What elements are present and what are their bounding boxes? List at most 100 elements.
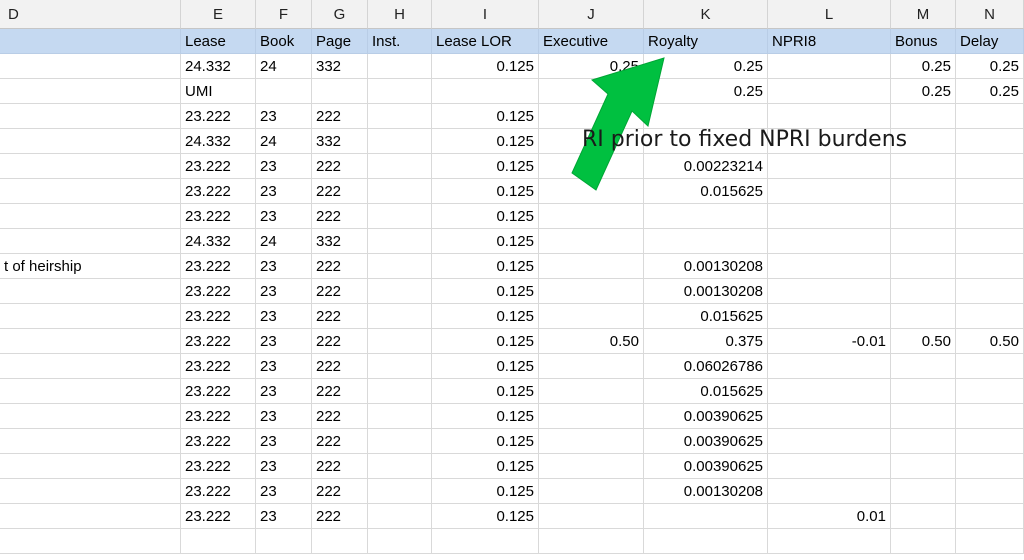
cell-k[interactable]: 0.00390625 — [644, 429, 768, 454]
cell-n[interactable] — [956, 154, 1024, 179]
cell-l[interactable] — [768, 179, 891, 204]
cell-e[interactable]: 23.222 — [181, 204, 256, 229]
cell-g[interactable]: 222 — [312, 429, 368, 454]
cell-n[interactable] — [956, 429, 1024, 454]
cell-d[interactable] — [0, 229, 181, 254]
cell-h[interactable] — [368, 79, 432, 104]
cell-l[interactable]: -0.01 — [768, 329, 891, 354]
cell-h[interactable] — [368, 129, 432, 154]
cell-g[interactable]: 222 — [312, 204, 368, 229]
column-header-f[interactable]: F — [256, 0, 312, 29]
cell-j[interactable] — [539, 479, 644, 504]
cell-n[interactable] — [956, 204, 1024, 229]
cell-h[interactable] — [368, 254, 432, 279]
cell-e[interactable]: 23.222 — [181, 254, 256, 279]
cell-i[interactable]: 0.125 — [432, 354, 539, 379]
cell-g[interactable]: Page — [312, 29, 368, 54]
cell-k[interactable]: 0.375 — [644, 329, 768, 354]
cell-n[interactable]: Delay — [956, 29, 1024, 54]
column-header-m[interactable]: M — [891, 0, 956, 29]
cell-n[interactable] — [956, 104, 1024, 129]
cell-k[interactable]: 0.06026786 — [644, 354, 768, 379]
cell-f[interactable]: 24 — [256, 129, 312, 154]
cell-i[interactable]: 0.125 — [432, 304, 539, 329]
cell-j[interactable] — [539, 229, 644, 254]
cell-k[interactable]: 0.00390625 — [644, 454, 768, 479]
cell-l[interactable]: NPRI8 — [768, 29, 891, 54]
column-header-k[interactable]: K — [644, 0, 768, 29]
cell-m[interactable] — [891, 229, 956, 254]
cell-k[interactable] — [644, 504, 768, 529]
cell-f[interactable]: 24 — [256, 229, 312, 254]
cell-d[interactable] — [0, 504, 181, 529]
cell-g[interactable]: 332 — [312, 229, 368, 254]
cell-f[interactable]: 23 — [256, 279, 312, 304]
cell-i[interactable]: 0.125 — [432, 479, 539, 504]
cell-l[interactable] — [768, 479, 891, 504]
cell-e[interactable]: 23.222 — [181, 379, 256, 404]
column-header-n[interactable]: N — [956, 0, 1024, 29]
cell-n[interactable] — [956, 404, 1024, 429]
cell-k[interactable]: Royalty — [644, 29, 768, 54]
cell-j[interactable] — [539, 529, 644, 554]
cell-g[interactable]: 222 — [312, 504, 368, 529]
cell-g[interactable]: 222 — [312, 154, 368, 179]
cell-m[interactable] — [891, 479, 956, 504]
cell-e[interactable]: 23.222 — [181, 329, 256, 354]
cell-l[interactable] — [768, 529, 891, 554]
cell-m[interactable] — [891, 529, 956, 554]
cell-h[interactable] — [368, 104, 432, 129]
cell-l[interactable] — [768, 454, 891, 479]
cell-h[interactable]: Inst. — [368, 29, 432, 54]
cell-i[interactable]: 0.125 — [432, 104, 539, 129]
cell-h[interactable] — [368, 204, 432, 229]
cell-d[interactable] — [0, 429, 181, 454]
cell-d[interactable] — [0, 404, 181, 429]
cell-l[interactable] — [768, 304, 891, 329]
cell-i[interactable]: 0.125 — [432, 229, 539, 254]
cell-e[interactable]: 23.222 — [181, 454, 256, 479]
cell-g[interactable]: 222 — [312, 454, 368, 479]
cell-d[interactable] — [0, 354, 181, 379]
cell-j[interactable] — [539, 404, 644, 429]
cell-f[interactable]: 23 — [256, 454, 312, 479]
cell-l[interactable] — [768, 154, 891, 179]
column-header-g[interactable]: G — [312, 0, 368, 29]
cell-m[interactable]: 0.25 — [891, 54, 956, 79]
cell-l[interactable] — [768, 79, 891, 104]
cell-g[interactable]: 222 — [312, 479, 368, 504]
cell-n[interactable] — [956, 479, 1024, 504]
cell-j[interactable] — [539, 154, 644, 179]
cell-e[interactable]: Lease — [181, 29, 256, 54]
cell-i[interactable]: 0.125 — [432, 454, 539, 479]
cell-m[interactable] — [891, 429, 956, 454]
cell-j[interactable]: Executive — [539, 29, 644, 54]
cell-j[interactable] — [539, 204, 644, 229]
cell-j[interactable] — [539, 354, 644, 379]
cell-m[interactable] — [891, 279, 956, 304]
column-header-d[interactable]: D — [0, 0, 181, 29]
cell-l[interactable] — [768, 229, 891, 254]
cell-f[interactable]: 23 — [256, 354, 312, 379]
cell-e[interactable]: 23.222 — [181, 304, 256, 329]
cell-g[interactable]: 222 — [312, 104, 368, 129]
cell-h[interactable] — [368, 479, 432, 504]
cell-g[interactable]: 332 — [312, 129, 368, 154]
cell-j[interactable]: 0.50 — [539, 329, 644, 354]
cell-m[interactable] — [891, 504, 956, 529]
column-header-l[interactable]: L — [768, 0, 891, 29]
cell-g[interactable]: 222 — [312, 379, 368, 404]
cell-n[interactable] — [956, 529, 1024, 554]
cell-f[interactable]: 23 — [256, 104, 312, 129]
cell-l[interactable] — [768, 54, 891, 79]
cell-h[interactable] — [368, 354, 432, 379]
cell-i[interactable]: 0.125 — [432, 154, 539, 179]
cell-m[interactable] — [891, 404, 956, 429]
cell-i[interactable]: 0.125 — [432, 404, 539, 429]
cell-j[interactable] — [539, 454, 644, 479]
cell-f[interactable] — [256, 79, 312, 104]
cell-f[interactable]: 23 — [256, 479, 312, 504]
cell-m[interactable]: 0.25 — [891, 79, 956, 104]
cell-e[interactable]: 24.332 — [181, 129, 256, 154]
cell-n[interactable] — [956, 454, 1024, 479]
